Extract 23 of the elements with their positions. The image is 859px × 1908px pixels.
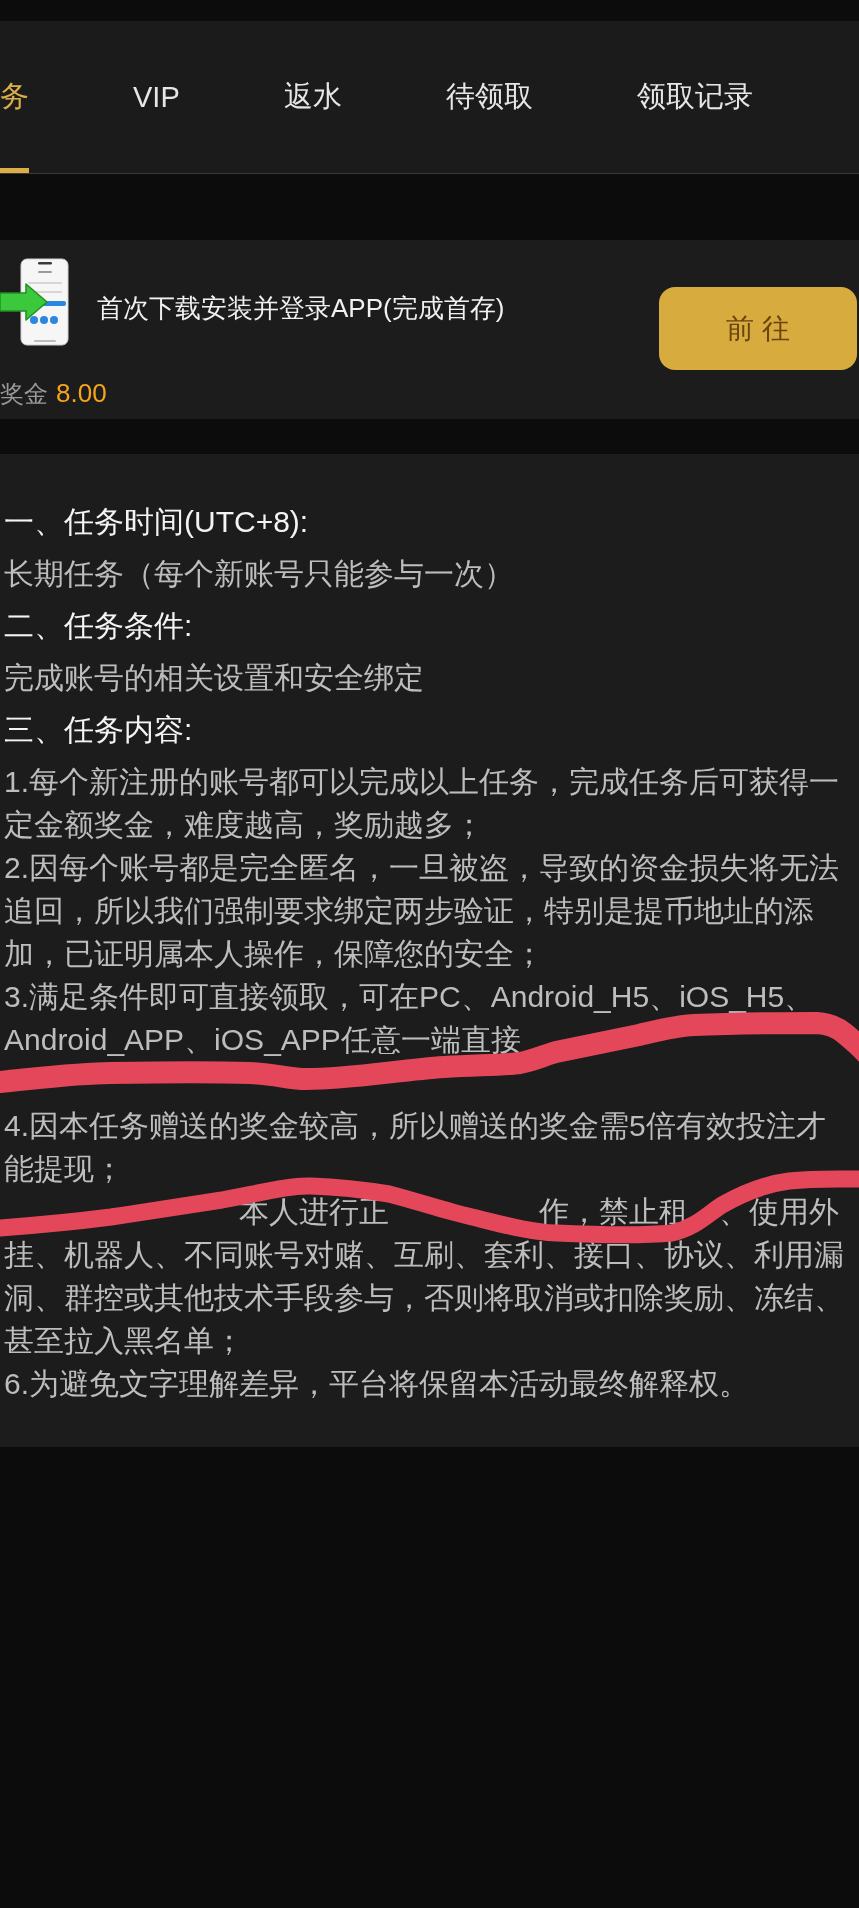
rule-item-fragment: 、使用外 (719, 1194, 839, 1230)
go-button[interactable]: 前 往 (659, 287, 857, 370)
tab[interactable]: 待领取 (445, 21, 533, 173)
rule-text: 完成账号的相关设置和安全绑定 (4, 660, 425, 696)
reward-amount: 8.00 (56, 377, 107, 410)
rule-heading: 三、任务内容: (4, 712, 194, 748)
rule-item: 4.因本任务赠送的奖金较高，所以赠送的奖金需5倍有效投注才能提现； (4, 1108, 827, 1187)
rule-item: 挂、机器人、不同账号对赌、互刷、套利、接口、协议、利用漏洞、群控或其他技术手段参与，否则将取消或扣除奖励、冻结、甚至拉入黑名单； (4, 1237, 845, 1359)
tab[interactable]: VIP (133, 21, 180, 173)
rule-heading: 二、任务条件: (4, 608, 194, 644)
phone-arrow-icon (0, 258, 70, 346)
rule-text: 长期任务（每个新账号只能参与一次） (4, 556, 515, 592)
tab[interactable]: 返水 (283, 21, 342, 173)
task-title: 首次下载安装并登录APP(完成首存) (97, 292, 505, 325)
rule-item-fragment: Android_APP、iOS_APP任意一端直接 (4, 1022, 521, 1058)
rule-item: 6.为避免文字理解差异，平台将保留本活动最终解释权。 (4, 1366, 751, 1402)
rule-item: 2.因每个账号都是完全匿名，一旦被盗，导致的资金损失将无法追回，所以我们强制要求绑定两步验证，特别是提币地址的添加，已证明属本人操作，保障您的安全； (4, 850, 841, 972)
tab[interactable]: 领取记录 (636, 21, 753, 173)
reward-label: 奖金 (0, 379, 48, 409)
tab[interactable]: 务 (0, 21, 29, 173)
rule-item: 1.每个新注册的账号都可以完成以上任务，完成任务后可获得一定金额奖金，难度越高，奖励越多； (4, 764, 841, 843)
rule-heading: 一、任务时间(UTC+8): (4, 504, 310, 540)
rule-item-fragment: 3.满足条件即可直接领取，可在PC、Android_H5、iOS_H5、 (4, 979, 815, 1015)
